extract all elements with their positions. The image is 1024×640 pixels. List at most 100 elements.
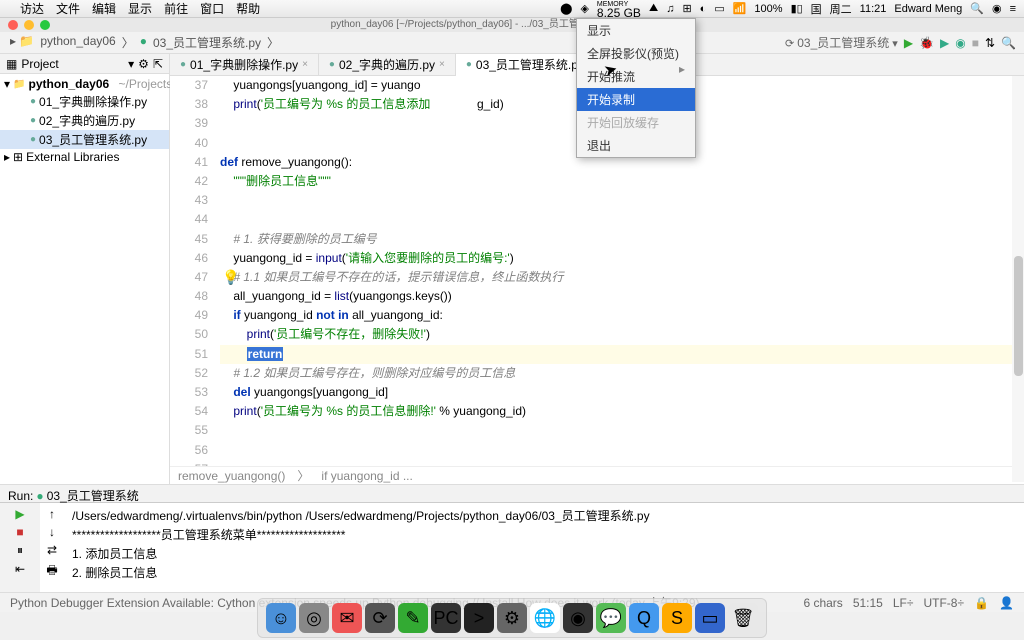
menu-item-display[interactable]: 显示 bbox=[577, 19, 695, 42]
debug-button[interactable]: 🐞 bbox=[919, 36, 934, 50]
ide-toolbar: ▸ 📁 python_day06 〉 ● 03_员工管理系统.py 〉 ⟳ 03… bbox=[0, 32, 1024, 54]
chevron-down-icon[interactable]: ▾ bbox=[128, 57, 134, 71]
menu-item-start-stream[interactable]: 开始推流 bbox=[577, 65, 695, 88]
dock-app[interactable]: > bbox=[464, 603, 494, 633]
dock-app[interactable]: ⟳ bbox=[365, 603, 395, 633]
dock-app[interactable]: ✉ bbox=[332, 603, 362, 633]
dock-app[interactable]: ◎ bbox=[299, 603, 329, 633]
status-icon[interactable]: ⛰ bbox=[649, 2, 658, 15]
menu-item-fullscreen-projector[interactable]: 全屏投影仪(预览) bbox=[577, 42, 695, 65]
status-caret-pos[interactable]: 51:15 bbox=[853, 596, 883, 610]
zoom-window-icon[interactable] bbox=[40, 20, 50, 30]
run-config-selector[interactable]: ⟳ 03_员工管理系统 ▾ bbox=[785, 34, 898, 51]
minimize-window-icon[interactable] bbox=[24, 20, 34, 30]
folder-icon: ▸ 📁 bbox=[8, 34, 36, 51]
battery-icon[interactable]: ▮▯ bbox=[791, 2, 803, 15]
breadcrumb[interactable]: ▸ 📁 python_day06 〉 ● 03_员工管理系统.py 〉 bbox=[8, 34, 281, 51]
tree-file[interactable]: ●01_字典删除操作.py bbox=[0, 92, 169, 111]
py-file-icon: ● bbox=[138, 34, 149, 51]
dock-app[interactable]: 🌐 bbox=[530, 603, 560, 633]
console-output[interactable]: /Users/edwardmeng/.virtualenvs/bin/pytho… bbox=[64, 503, 1024, 592]
notif-icon[interactable]: ≡ bbox=[1010, 3, 1016, 15]
pause-icon[interactable]: ⏸ bbox=[17, 543, 23, 558]
lock-icon[interactable]: 🔒 bbox=[974, 596, 989, 610]
run-button[interactable]: ▶ bbox=[904, 36, 913, 50]
exit-icon[interactable]: ⇤ bbox=[15, 562, 25, 576]
menu-window[interactable]: 窗口 bbox=[200, 0, 224, 17]
menu-item-start-record[interactable]: 开始录制 bbox=[577, 88, 695, 111]
collapse-icon[interactable]: ⇱ bbox=[153, 57, 163, 71]
close-window-icon[interactable] bbox=[8, 20, 18, 30]
dock-app[interactable]: Q bbox=[629, 603, 659, 633]
dock-app[interactable]: ☺ bbox=[266, 603, 296, 633]
scrollbar-thumb[interactable] bbox=[1014, 256, 1023, 376]
search-icon[interactable]: 🔍 bbox=[1001, 36, 1016, 50]
menu-finder[interactable]: 访达 bbox=[20, 0, 44, 17]
airplay-icon[interactable]: ▭ bbox=[714, 2, 724, 15]
status-icon[interactable]: ◐ bbox=[700, 3, 707, 15]
editor-breadcrumb[interactable]: remove_yuangong()〉if yuangong_id ... bbox=[170, 466, 1024, 484]
down-icon[interactable]: ↓ bbox=[49, 525, 55, 539]
gear-icon[interactable]: ⚙ bbox=[138, 57, 149, 71]
dock-app[interactable]: S bbox=[662, 603, 692, 633]
rerun-button[interactable]: ▶ bbox=[15, 507, 24, 521]
dock-app[interactable]: ▭ bbox=[695, 603, 725, 633]
close-icon[interactable]: × bbox=[439, 59, 445, 70]
coverage-button[interactable]: ▶ bbox=[940, 36, 949, 50]
menu-view[interactable]: 显示 bbox=[128, 0, 152, 17]
tree-file[interactable]: ●02_字典的遍历.py bbox=[0, 111, 169, 130]
dock-app[interactable]: 💬 bbox=[596, 603, 626, 633]
up-icon[interactable]: ↑ bbox=[49, 507, 55, 521]
menu-edit[interactable]: 编辑 bbox=[92, 0, 116, 17]
dock-app[interactable]: ◉ bbox=[563, 603, 593, 633]
dock-app[interactable]: PC bbox=[431, 603, 461, 633]
wrap-icon[interactable]: ⇄ bbox=[47, 543, 57, 557]
menu-help[interactable]: 帮助 bbox=[236, 0, 260, 17]
status-icon[interactable]: ⊞ bbox=[682, 2, 691, 15]
stop-button[interactable]: ■ bbox=[16, 525, 23, 539]
editor-tab[interactable]: ●01_字典删除操作.py× bbox=[170, 54, 319, 75]
py-file-icon: ● bbox=[466, 59, 472, 70]
run-panel-header[interactable]: Run: ● 03_员工管理系统 bbox=[0, 484, 1024, 502]
folder-icon: 📁 bbox=[13, 79, 25, 90]
tree-file-selected[interactable]: ●03_员工管理系统.py bbox=[0, 130, 169, 149]
dock-app[interactable]: ⚙ bbox=[497, 603, 527, 633]
user-name[interactable]: Edward Meng bbox=[894, 3, 962, 15]
tree-root[interactable]: ▾📁 python_day06 ~/Projects/py bbox=[0, 76, 169, 92]
py-file-icon: ● bbox=[30, 134, 36, 145]
obs-icon[interactable]: ⬤ bbox=[560, 2, 572, 15]
status-icon[interactable]: ♫ bbox=[666, 3, 674, 15]
input-cn[interactable]: 国 bbox=[811, 1, 822, 17]
window-traffic-lights[interactable] bbox=[8, 20, 50, 30]
intention-bulb-icon[interactable]: 💡 bbox=[222, 269, 239, 286]
breadcrumb-file[interactable]: 03_员工管理系统.py bbox=[151, 34, 263, 51]
dock-app[interactable]: 🗑 bbox=[728, 603, 758, 633]
close-icon[interactable]: × bbox=[302, 59, 308, 70]
hector-icon[interactable]: 👤 bbox=[999, 596, 1014, 610]
vcs-button[interactable]: ⇅ bbox=[985, 36, 995, 50]
print-icon[interactable]: 🖶 bbox=[46, 561, 57, 582]
menu-file[interactable]: 文件 bbox=[56, 0, 80, 17]
editor-scrollbar[interactable] bbox=[1012, 76, 1024, 482]
wifi-icon[interactable]: 📶 bbox=[733, 2, 747, 15]
tree-external-libs[interactable]: ▸⊞External Libraries bbox=[0, 149, 169, 165]
line-gutter[interactable]: 3738394041424344454647484950515253545556… bbox=[170, 76, 220, 466]
status-encoding[interactable]: UTF-8÷ bbox=[923, 596, 964, 610]
dropbox-icon[interactable]: ◈ bbox=[580, 2, 588, 15]
dock-app[interactable]: ✎ bbox=[398, 603, 428, 633]
editor-tab[interactable]: ●02_字典的遍历.py× bbox=[319, 54, 456, 75]
menu-item-exit[interactable]: 退出 bbox=[577, 134, 695, 157]
spotlight-icon[interactable]: 🔍 bbox=[970, 2, 984, 15]
obs-dropdown-menu: 显示 全屏投影仪(预览) 开始推流 开始录制 开始回放缓存 退出 bbox=[576, 18, 696, 158]
py-file-icon: ● bbox=[180, 59, 186, 70]
project-panel: ▦ Project ▾ ⚙ ⇱ ▾📁 python_day06 ~/Projec… bbox=[0, 54, 170, 484]
menu-go[interactable]: 前往 bbox=[164, 0, 188, 17]
profile-button[interactable]: ◉ bbox=[955, 36, 965, 50]
project-panel-header[interactable]: ▦ Project ▾ ⚙ ⇱ bbox=[0, 54, 169, 74]
status-line-sep[interactable]: LF÷ bbox=[893, 596, 914, 610]
ide-window-title: python_day06 [~/Projects/python_day06] -… bbox=[0, 18, 1024, 32]
battery-text: 100% bbox=[754, 3, 782, 15]
siri-icon[interactable]: ◉ bbox=[992, 2, 1002, 15]
breadcrumb-project[interactable]: python_day06 bbox=[38, 34, 117, 51]
memory-indicator[interactable]: MEMORY 8.25 GB bbox=[597, 1, 641, 17]
